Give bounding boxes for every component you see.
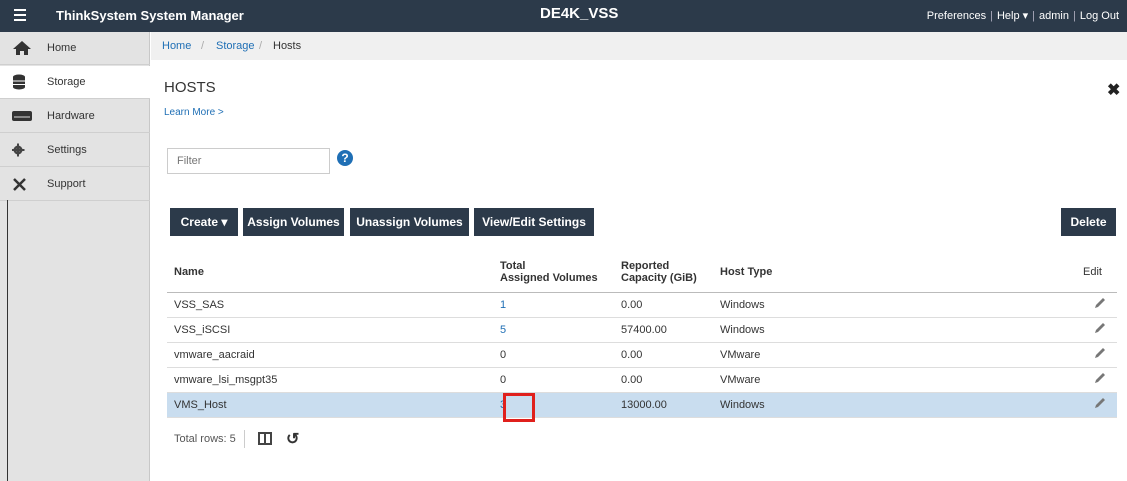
breadcrumb-hosts: Hosts	[273, 40, 302, 52]
header-line: Reported	[621, 259, 670, 272]
system-name: DE4K_VSS	[540, 5, 619, 22]
table-row[interactable]: VSS_iSCSI 5 57400.00 Windows	[167, 317, 1117, 343]
edit-cell	[1031, 342, 1117, 368]
refresh-icon[interactable]: ↺	[286, 429, 299, 449]
learn-more-link[interactable]: Learn More >	[164, 107, 224, 118]
edit-cell	[1031, 317, 1117, 343]
pencil-icon[interactable]	[1093, 321, 1107, 335]
sidebar-item-label: Support	[47, 178, 86, 190]
filter-input[interactable]	[167, 148, 330, 174]
page-title: HOSTS	[164, 79, 216, 96]
host-name: VSS_iSCSI	[167, 317, 500, 343]
app-title: ThinkSystem System Manager	[56, 8, 244, 23]
sidebar-item-label: Home	[47, 42, 77, 54]
edit-cell	[1031, 292, 1117, 318]
columns-icon[interactable]	[258, 432, 272, 445]
table-row-selected[interactable]: VMS_Host 3 13000.00 Windows	[167, 392, 1117, 418]
sidebar-item-label: Storage	[47, 76, 86, 88]
host-type: Windows	[720, 317, 1031, 343]
column-header-capacity[interactable]: Reported Capacity (GiB)	[621, 252, 720, 293]
sidebar-item-home[interactable]: Home	[0, 32, 150, 65]
top-links: Preferences | Help ▾ | admin | Log Out	[926, 10, 1119, 22]
table-row[interactable]: VSS_SAS 1 0.00 Windows	[167, 292, 1117, 318]
assigned-volumes-link[interactable]: 1	[500, 292, 621, 318]
host-name: vmware_aacraid	[167, 342, 500, 368]
table-header-row: Name Total Assigned Volumes Reported Capac…	[167, 252, 1117, 293]
logout-link[interactable]: Log Out	[1080, 10, 1119, 22]
help-menu[interactable]: Help ▾	[997, 10, 1028, 22]
pencil-icon[interactable]	[1093, 371, 1107, 385]
pencil-icon[interactable]	[1093, 296, 1107, 310]
assigned-volumes-count: 0	[500, 342, 621, 368]
home-icon	[13, 41, 31, 55]
host-type: Windows	[720, 292, 1031, 318]
capacity-value: 13000.00	[621, 392, 720, 418]
sidebar-item-support[interactable]: Support	[0, 168, 150, 201]
hosts-table: Name Total Assigned Volumes Reported Capac…	[167, 252, 1117, 418]
unassign-volumes-button[interactable]: Unassign Volumes	[350, 208, 469, 236]
top-bar: ThinkSystem System Manager DE4K_VSS Pref…	[0, 0, 1127, 32]
host-type: VMware	[720, 367, 1031, 393]
assigned-volumes-count: 0	[500, 367, 621, 393]
storage-icon	[13, 74, 25, 90]
header-line: Assigned Volumes	[500, 271, 598, 284]
column-header-total-volumes[interactable]: Total Assigned Volumes	[500, 252, 621, 293]
hardware-icon	[12, 111, 32, 121]
breadcrumb: Home / Storage / Hosts	[151, 32, 1127, 60]
table-row[interactable]: vmware_aacraid 0 0.00 VMware	[167, 342, 1117, 368]
header-line: Total	[500, 259, 526, 272]
breadcrumb-home[interactable]: Home	[162, 40, 191, 52]
capacity-value: 57400.00	[621, 317, 720, 343]
user-menu[interactable]: admin	[1039, 10, 1069, 22]
sidebar-item-storage[interactable]: Storage	[0, 66, 150, 99]
capacity-value: 0.00	[621, 342, 720, 368]
column-header-name[interactable]: Name	[167, 252, 500, 293]
host-type: VMware	[720, 342, 1031, 368]
assigned-volumes-link[interactable]: 5	[500, 317, 621, 343]
preferences-link[interactable]: Preferences	[927, 10, 986, 22]
close-icon[interactable]: ✖	[1107, 80, 1120, 100]
breadcrumb-separator: /	[259, 40, 263, 52]
left-rail	[0, 200, 8, 481]
header-line: Capacity (GiB)	[621, 271, 697, 284]
menu-icon[interactable]	[14, 9, 26, 21]
column-header-edit: Edit	[1031, 252, 1117, 293]
host-type: Windows	[720, 392, 1031, 418]
table-row[interactable]: vmware_lsi_msgpt35 0 0.00 VMware	[167, 367, 1117, 393]
host-name: VMS_Host	[167, 392, 500, 418]
footer-divider	[244, 430, 245, 448]
tools-icon	[13, 178, 26, 191]
highlight-annotation	[503, 393, 535, 422]
breadcrumb-separator: /	[201, 40, 205, 52]
assign-volumes-button[interactable]: Assign Volumes	[243, 208, 344, 236]
sidebar-item-label: Settings	[47, 144, 87, 156]
total-rows-label: Total rows: 5	[174, 433, 236, 445]
pencil-icon[interactable]	[1093, 346, 1107, 360]
edit-cell	[1031, 392, 1117, 418]
view-edit-settings-button[interactable]: View/Edit Settings	[474, 208, 594, 236]
create-button[interactable]: Create ▾	[170, 208, 238, 236]
capacity-value: 0.00	[621, 292, 720, 318]
sidebar-item-hardware[interactable]: Hardware	[0, 100, 150, 133]
host-name: vmware_lsi_msgpt35	[167, 367, 500, 393]
sidebar-item-settings[interactable]: Settings	[0, 134, 150, 167]
host-name: VSS_SAS	[167, 292, 500, 318]
help-icon[interactable]: ?	[337, 150, 353, 166]
pencil-icon[interactable]	[1093, 396, 1107, 410]
delete-button[interactable]: Delete	[1061, 208, 1116, 236]
capacity-value: 0.00	[621, 367, 720, 393]
edit-cell	[1031, 367, 1117, 393]
gear-icon	[12, 143, 25, 157]
sidebar: Home Storage Hardware Settings Support	[0, 32, 150, 481]
sidebar-item-label: Hardware	[47, 110, 95, 122]
breadcrumb-storage[interactable]: Storage	[216, 40, 255, 52]
column-header-host-type[interactable]: Host Type	[720, 252, 1031, 293]
